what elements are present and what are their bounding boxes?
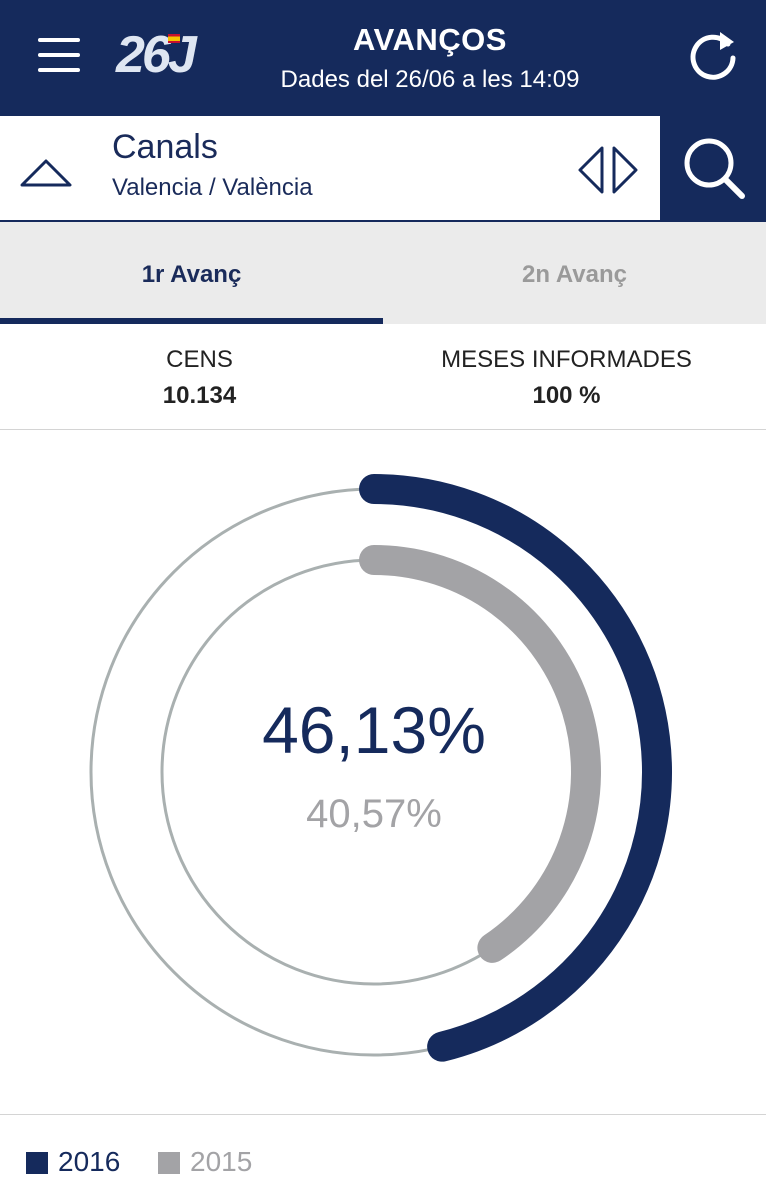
stats-row: CENS 10.134 MESES INFORMADES 100 % bbox=[0, 324, 766, 430]
location-name: Canals bbox=[112, 128, 218, 166]
prev-next-arrows-icon[interactable] bbox=[572, 144, 644, 196]
census-value: 10.134 bbox=[162, 382, 237, 409]
legend-swatch-2015 bbox=[158, 1152, 180, 1174]
legend-label-2015: 2015 bbox=[190, 1146, 253, 1177]
data-timestamp: Dades del 26/06 a les 14:09 bbox=[280, 66, 580, 93]
current-participation-value: 46,13% bbox=[262, 693, 486, 767]
search-button[interactable] bbox=[660, 116, 766, 220]
location-bar: Canals Valencia / València bbox=[0, 116, 766, 222]
divider bbox=[0, 1114, 766, 1115]
tables-stat: MESES INFORMADES 100 % bbox=[375, 346, 758, 410]
spain-flag-icon bbox=[168, 34, 180, 43]
advance-tabs: 1r Avanç 2n Avanç bbox=[0, 222, 766, 324]
location-region: Valencia / València bbox=[112, 174, 313, 201]
hamburger-icon[interactable] bbox=[36, 32, 82, 78]
tab-second-advance[interactable]: 2n Avanç bbox=[383, 222, 766, 324]
refresh-icon[interactable] bbox=[684, 28, 742, 86]
logo-text: 26J bbox=[116, 26, 197, 84]
participation-chart: 46,13% 40,57% bbox=[0, 430, 766, 1114]
census-label: CENS bbox=[166, 346, 233, 373]
participation-rings bbox=[89, 474, 672, 1062]
tables-label: MESES INFORMADES bbox=[441, 346, 692, 373]
legend-swatch-2016 bbox=[26, 1152, 48, 1174]
census-stat: CENS 10.134 bbox=[8, 346, 391, 410]
tab-first-advance[interactable]: 1r Avanç bbox=[0, 222, 383, 324]
legend-label-2016: 2016 bbox=[58, 1146, 121, 1177]
app-logo: 26J bbox=[116, 26, 212, 84]
page-title: AVANÇOS bbox=[353, 22, 507, 57]
app-header: 26J AVANÇOS Dades del 26/06 a les 14:09 bbox=[0, 0, 766, 116]
search-icon bbox=[684, 138, 745, 199]
triangle-up-icon[interactable] bbox=[16, 152, 76, 192]
previous-participation-value: 40,57% bbox=[306, 792, 442, 836]
tables-value: 100 % bbox=[532, 382, 601, 409]
